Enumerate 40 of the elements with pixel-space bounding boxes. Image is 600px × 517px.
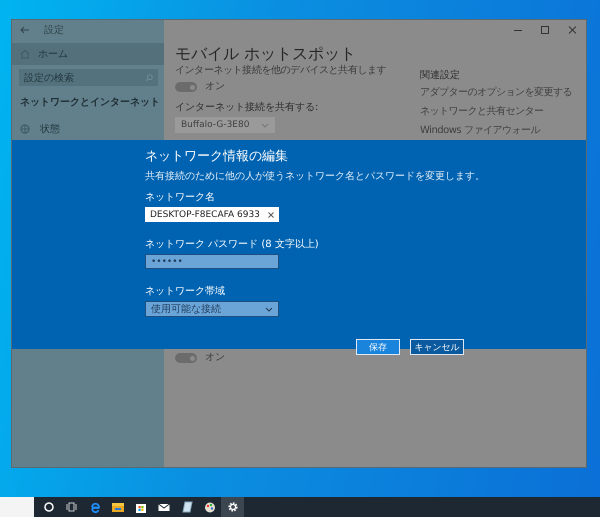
field-label: インターネット接続を共有する: — [175, 102, 320, 114]
chevron-icon — [261, 122, 269, 128]
notepad-icon[interactable] — [180, 500, 194, 514]
related-link[interactable]: アダプターのオプションを変更する — [420, 87, 582, 99]
page-description: インターネット接続を他のデバイスと共有します — [175, 65, 388, 77]
field-label: ネットワーク帯域 — [145, 286, 225, 298]
name-field[interactable]: DESKTOP-F8ECAFA 6933 — [145, 207, 279, 222]
field-label: ネットワーク パスワード (8 文字以上) — [145, 239, 319, 251]
dialog-title: ネットワーク情報の編集 — [145, 149, 288, 165]
toggle-label: オン — [205, 352, 225, 364]
connection-dropdown[interactable]: Buffalo-G-3E80 — [175, 117, 275, 133]
gear-icon[interactable] — [226, 500, 240, 514]
home-icon — [20, 49, 30, 59]
chevron-icon — [265, 306, 273, 312]
toggle-label: オン — [205, 81, 225, 93]
search-field[interactable]: 設定の検索 — [19, 69, 158, 86]
toggle-switch[interactable] — [175, 82, 197, 92]
circle-icon[interactable] — [42, 500, 56, 514]
back-arrow-icon[interactable] — [20, 26, 30, 34]
sidebar-item[interactable]: 状態 — [12, 119, 164, 139]
related-link[interactable]: ネットワークと共有センター — [420, 106, 582, 118]
sidebar-item[interactable]: ホーム — [12, 43, 164, 65]
password-field[interactable]: •••••• — [145, 254, 279, 269]
section-heading: ネットワークとインターネット — [19, 96, 161, 109]
save-button[interactable]: 保存 — [356, 339, 400, 355]
search-icon — [145, 74, 153, 82]
toggle-switch[interactable] — [175, 353, 197, 363]
related-link[interactable]: Windows ファイアウォール — [420, 125, 582, 137]
page-title: モバイル ホットスポット — [175, 44, 358, 63]
band-dropdown[interactable]: 使用可能な接続 — [145, 301, 279, 317]
task-view-icon[interactable] — [64, 500, 78, 514]
field-label: ネットワーク名 — [145, 192, 215, 204]
related-heading: 関連設定 — [420, 70, 461, 82]
clear-icon[interactable] — [268, 212, 274, 218]
palette-icon[interactable] — [202, 500, 216, 514]
cancel-button[interactable]: キャンセル — [410, 339, 464, 355]
dialog-description: 共有接続のために他の人が使うネットワーク名とパスワードを変更します。 — [145, 171, 485, 183]
window-title: 設定 — [44, 24, 64, 37]
globe-icon — [20, 124, 30, 134]
folder-icon[interactable] — [110, 500, 124, 514]
